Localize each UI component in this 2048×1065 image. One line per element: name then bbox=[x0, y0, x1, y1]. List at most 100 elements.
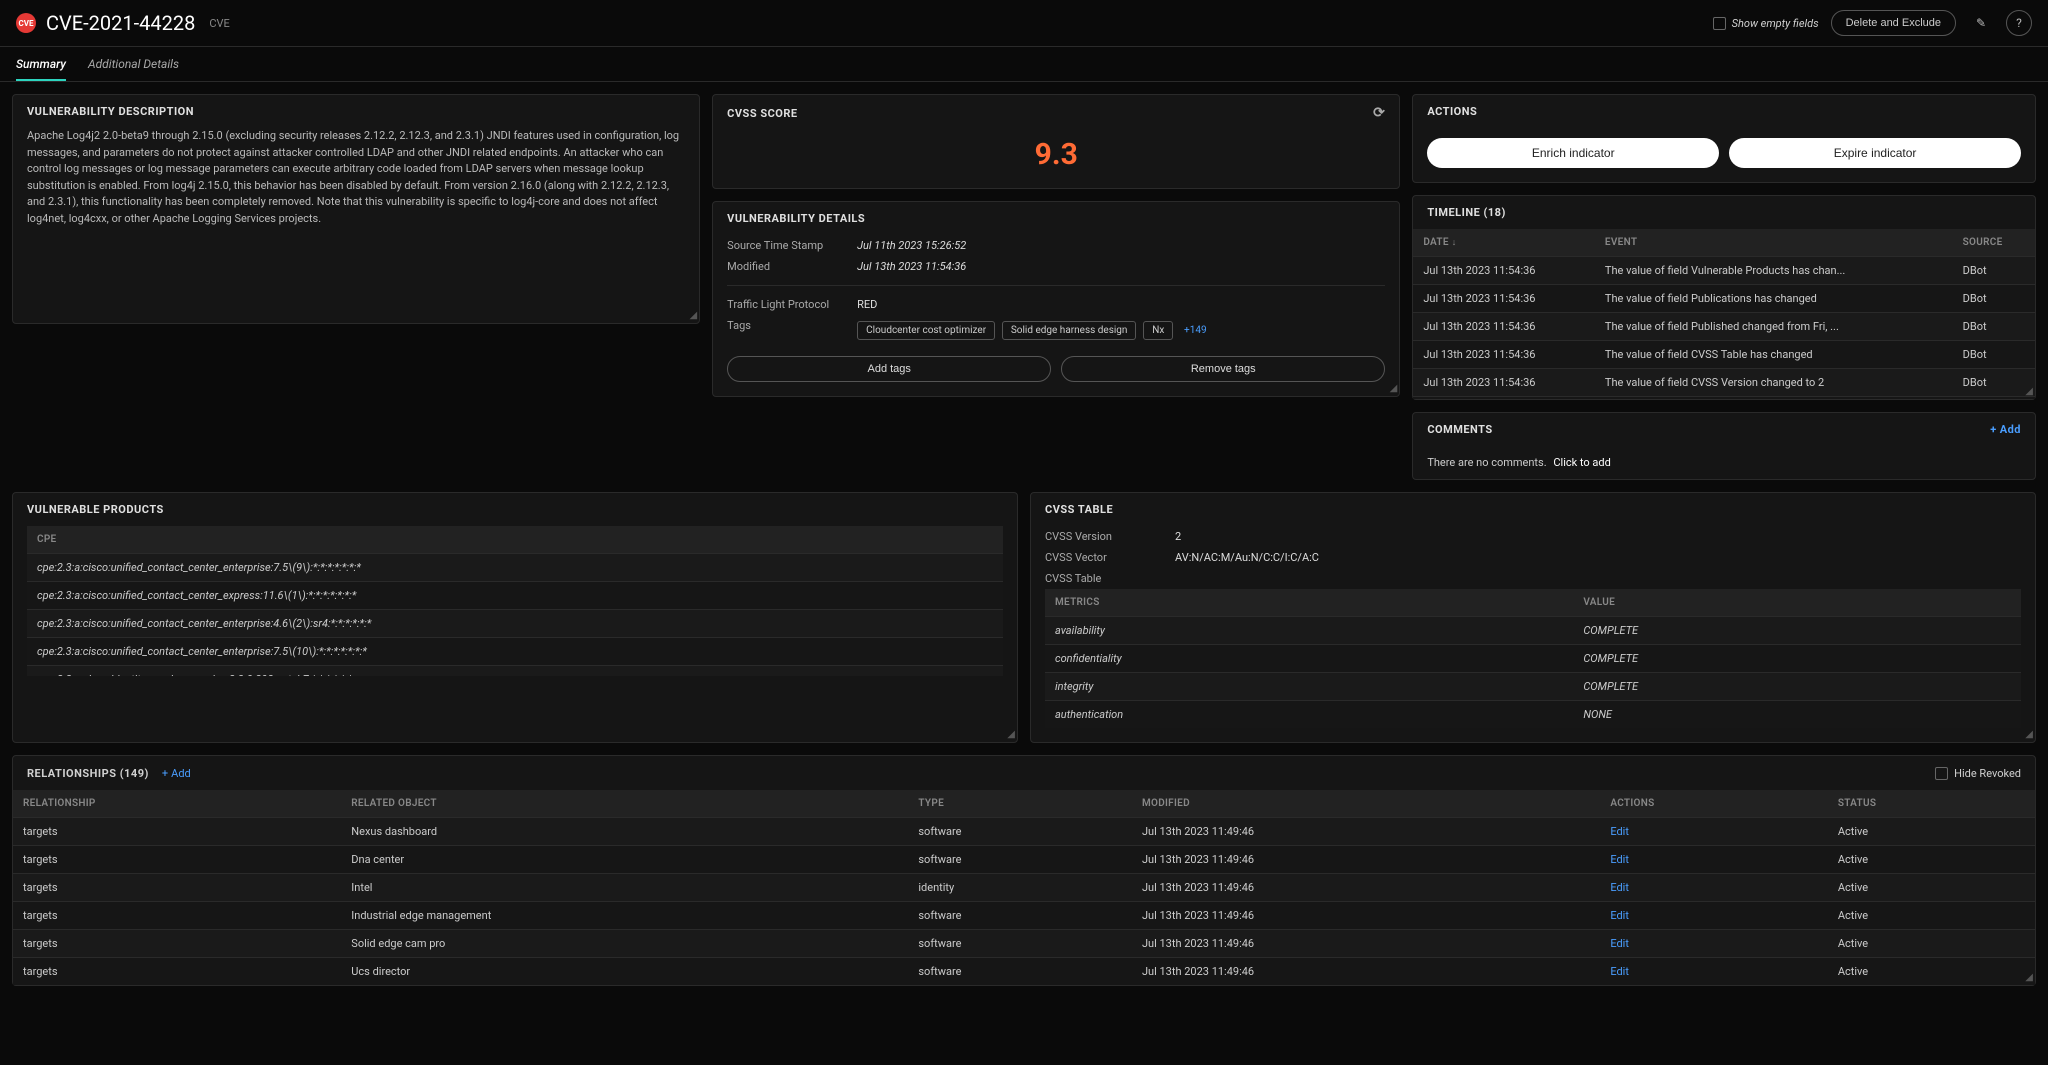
timeline-row[interactable]: Jul 13th 2023 11:54:36 The value of fiel… bbox=[1413, 397, 2035, 400]
rel-edit-link[interactable]: Edit bbox=[1610, 881, 1629, 894]
cvss-vector-label: CVSS Vector bbox=[1045, 551, 1175, 564]
rel-col-object[interactable]: RELATED OBJECT bbox=[341, 790, 908, 818]
relationship-row[interactable]: targets Ucs director software Jul 13th 2… bbox=[13, 958, 2035, 986]
rel-modified: Jul 13th 2023 11:49:46 bbox=[1132, 846, 1600, 874]
relationships-card: RELATIONSHIPS (149) +Add Hide Revoked RE… bbox=[12, 755, 2036, 986]
timeline-row[interactable]: Jul 13th 2023 11:54:36 The value of fiel… bbox=[1413, 285, 2035, 313]
vuln-product-row[interactable]: cpe:2.3:a:cisco:unified_contact_center_e… bbox=[27, 554, 1003, 582]
vuln-product-row[interactable]: cpe:2.3:a:cisco:unified_contact_center_e… bbox=[27, 610, 1003, 638]
relationship-row[interactable]: targets Dna center software Jul 13th 202… bbox=[13, 846, 2035, 874]
rel-modified: Jul 13th 2023 11:49:46 bbox=[1132, 930, 1600, 958]
timeline-table: DATE↓ EVENT SOURCE Jul 13th 2023 11:54:3… bbox=[1413, 229, 2035, 399]
checkbox-icon[interactable] bbox=[1935, 767, 1948, 780]
tags-label: Tags bbox=[727, 319, 857, 342]
show-empty-fields-toggle[interactable]: Show empty fields bbox=[1713, 17, 1819, 30]
vulnerability-details-card: VULNERABILITY DETAILS Source Time Stamp … bbox=[712, 201, 1400, 397]
cvss-score-title: CVSS SCORE bbox=[727, 107, 797, 120]
vulnerable-products-card: VULNERABLE PRODUCTS CPE cpe:2.3:a:cisco:… bbox=[12, 492, 1018, 743]
comments-empty-text: There are no comments. bbox=[1427, 456, 1546, 469]
cvss-metric-row: authentication NONE bbox=[1045, 701, 2021, 729]
add-relationship-link[interactable]: +Add bbox=[162, 767, 191, 780]
rel-edit-link[interactable]: Edit bbox=[1610, 909, 1629, 922]
vuln-desc-title: VULNERABILITY DESCRIPTION bbox=[13, 95, 699, 128]
rel-col-status[interactable]: STATUS bbox=[1828, 790, 2035, 818]
cvss-col-metrics[interactable]: METRICS bbox=[1045, 589, 1573, 617]
vuln-product-row[interactable]: cpe:2.3:a:cisco:unified_contact_center_e… bbox=[27, 638, 1003, 666]
timeline-date: Jul 13th 2023 11:54:36 bbox=[1413, 285, 1595, 313]
cpe-value: cpe:2.3:a:cisco:unified_contact_center_e… bbox=[27, 582, 1003, 610]
tab-additional-details[interactable]: Additional Details bbox=[88, 47, 179, 81]
rel-edit-link[interactable]: Edit bbox=[1610, 965, 1629, 978]
vuln-products-col-cpe[interactable]: CPE bbox=[27, 526, 1003, 554]
timeline-row[interactable]: Jul 13th 2023 11:54:36 The value of fiel… bbox=[1413, 341, 2035, 369]
relationship-row[interactable]: targets Intel identity Jul 13th 2023 11:… bbox=[13, 874, 2035, 902]
tabs: Summary Additional Details bbox=[0, 47, 2048, 82]
timeline-event: The value of field Publications has chan… bbox=[1595, 285, 1953, 313]
metric-value: COMPLETE bbox=[1573, 673, 2021, 701]
relationships-table: RELATIONSHIP RELATED OBJECT TYPE MODIFIE… bbox=[13, 790, 2035, 985]
metric-name: availability bbox=[1045, 617, 1573, 645]
add-tags-button[interactable]: Add tags bbox=[727, 356, 1051, 382]
delete-exclude-button[interactable]: Delete and Exclude bbox=[1831, 10, 1956, 36]
click-to-add-link[interactable]: Click to add bbox=[1553, 456, 1610, 469]
comments-title: COMMENTS bbox=[1427, 423, 1492, 436]
rel-edit-link[interactable]: Edit bbox=[1610, 937, 1629, 950]
checkbox-icon[interactable] bbox=[1713, 17, 1726, 30]
remove-tags-button[interactable]: Remove tags bbox=[1061, 356, 1385, 382]
timeline-row[interactable]: Jul 13th 2023 11:54:36 The value of fiel… bbox=[1413, 313, 2035, 341]
tags-more-link[interactable]: +149 bbox=[1184, 325, 1207, 336]
tab-summary[interactable]: Summary bbox=[16, 47, 66, 81]
rel-col-relationship[interactable]: RELATIONSHIP bbox=[13, 790, 341, 818]
cvss-score-card: CVSS SCORE ⟳ 9.3 bbox=[712, 94, 1400, 189]
tag-chip[interactable]: Nx bbox=[1143, 321, 1173, 340]
timeline-row[interactable]: Jul 13th 2023 11:54:36 The value of fiel… bbox=[1413, 369, 2035, 397]
modified-label: Modified bbox=[727, 260, 857, 273]
timeline-date: Jul 13th 2023 11:54:36 bbox=[1413, 313, 1595, 341]
source-ts-value: Jul 11th 2023 15:26:52 bbox=[857, 239, 1385, 252]
relationship-row[interactable]: targets Industrial edge management softw… bbox=[13, 902, 2035, 930]
hide-revoked-toggle[interactable]: Hide Revoked bbox=[1935, 767, 2021, 780]
rel-object: Solid edge cam pro bbox=[341, 930, 908, 958]
source-ts-label: Source Time Stamp bbox=[727, 239, 857, 252]
timeline-event: The value of field CVSS Table has change… bbox=[1595, 341, 1953, 369]
add-comment-link[interactable]: +Add bbox=[1990, 423, 2021, 436]
tag-chip[interactable]: Cloudcenter cost optimizer bbox=[857, 321, 995, 340]
rel-edit-link[interactable]: Edit bbox=[1610, 825, 1629, 838]
rel-type: targets bbox=[13, 902, 341, 930]
timeline-col-source[interactable]: SOURCE bbox=[1953, 229, 2035, 257]
rel-object-type: software bbox=[908, 958, 1132, 986]
tag-chip[interactable]: Solid edge harness design bbox=[1002, 321, 1137, 340]
col-right: ACTIONS Enrich indicator Expire indicato… bbox=[1412, 94, 2036, 480]
timeline-event: The value of field CVE Modified changed … bbox=[1595, 397, 1953, 400]
vuln-product-row[interactable]: cpe:2.3:a:cisco:identity_services_engine… bbox=[27, 666, 1003, 677]
relationships-title: RELATIONSHIPS (149) bbox=[27, 767, 149, 780]
rel-type: targets bbox=[13, 818, 341, 846]
cpe-value: cpe:2.3:a:cisco:unified_contact_center_e… bbox=[27, 610, 1003, 638]
timeline-col-event[interactable]: EVENT bbox=[1595, 229, 1953, 257]
relationship-row[interactable]: targets Solid edge cam pro software Jul … bbox=[13, 930, 2035, 958]
vuln-product-row[interactable]: cpe:2.3:a:cisco:unified_contact_center_e… bbox=[27, 582, 1003, 610]
cpe-value: cpe:2.3:a:cisco:identity_services_engine… bbox=[27, 666, 1003, 677]
expire-indicator-button[interactable]: Expire indicator bbox=[1729, 138, 2021, 168]
timeline-date: Jul 13th 2023 11:54:36 bbox=[1413, 341, 1595, 369]
rel-object: Industrial edge management bbox=[341, 902, 908, 930]
help-icon[interactable]: ? bbox=[2006, 10, 2032, 36]
rel-col-actions[interactable]: ACTIONS bbox=[1600, 790, 1828, 818]
timeline-row[interactable]: Jul 13th 2023 11:54:36 The value of fiel… bbox=[1413, 257, 2035, 285]
resize-handle-icon: ◢ bbox=[1007, 729, 1015, 740]
vuln-products-table: CPE cpe:2.3:a:cisco:unified_contact_cent… bbox=[27, 526, 1003, 676]
refresh-icon[interactable]: ⟳ bbox=[1373, 105, 1385, 121]
rel-col-type[interactable]: TYPE bbox=[908, 790, 1132, 818]
timeline-col-date[interactable]: DATE↓ bbox=[1413, 229, 1595, 257]
rel-col-modified[interactable]: MODIFIED bbox=[1132, 790, 1600, 818]
enrich-indicator-button[interactable]: Enrich indicator bbox=[1427, 138, 1719, 168]
cve-badge-icon: CVE bbox=[16, 13, 36, 33]
rel-object: Dna center bbox=[341, 846, 908, 874]
edit-icon[interactable]: ✎ bbox=[1968, 10, 1994, 36]
rel-modified: Jul 13th 2023 11:49:46 bbox=[1132, 958, 1600, 986]
cvss-col-value[interactable]: VALUE bbox=[1573, 589, 2021, 617]
cvss-table-title: CVSS TABLE bbox=[1031, 493, 2035, 526]
relationship-row[interactable]: targets Nexus dashboard software Jul 13t… bbox=[13, 818, 2035, 846]
rel-edit-link[interactable]: Edit bbox=[1610, 853, 1629, 866]
rel-object: Intel bbox=[341, 874, 908, 902]
